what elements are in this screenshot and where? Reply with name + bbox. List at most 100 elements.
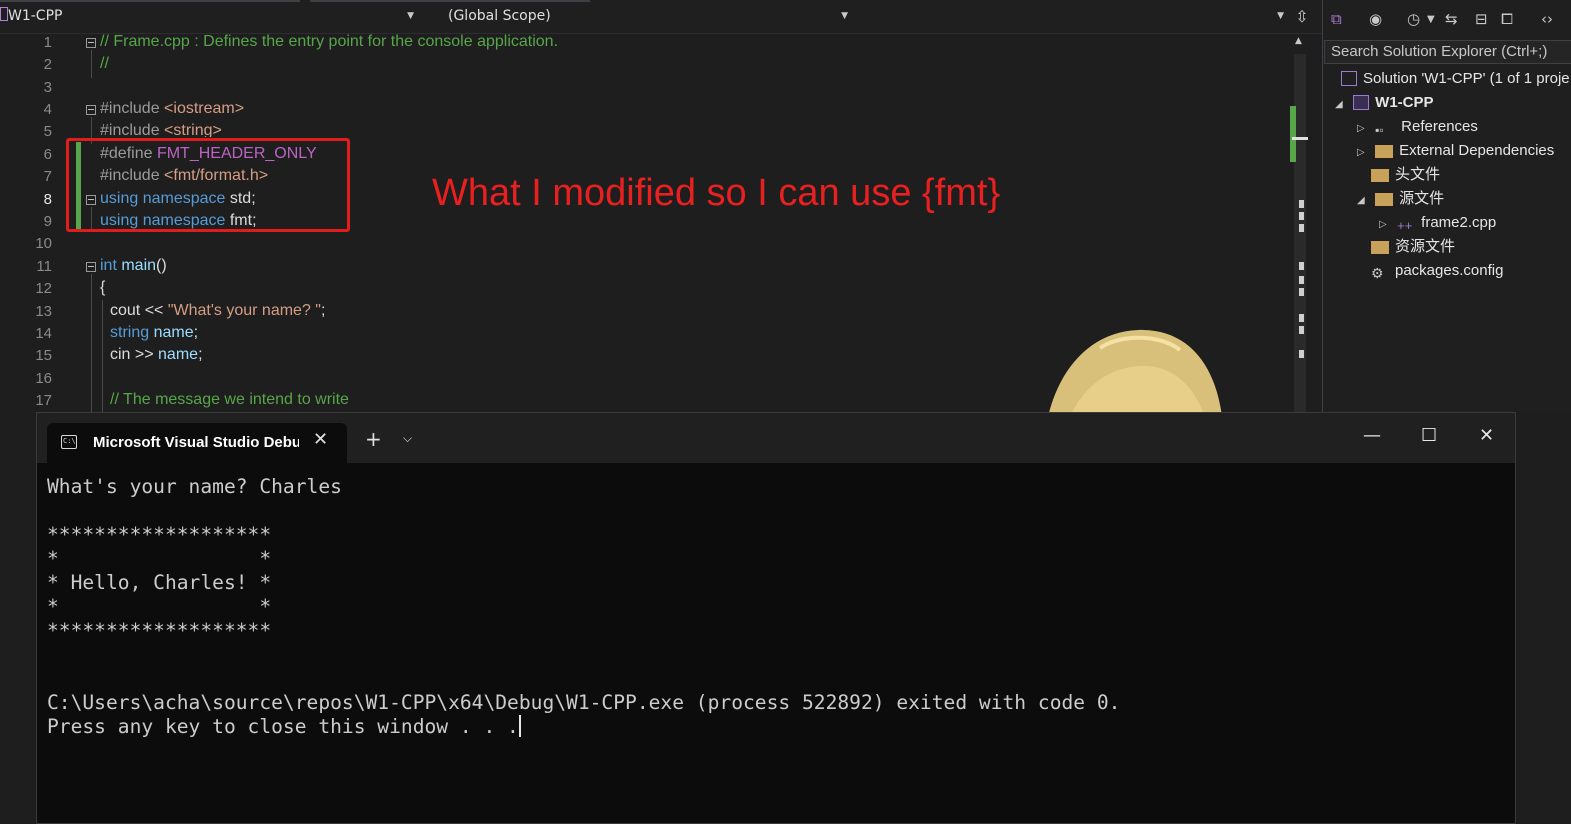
punctuation: ; (193, 324, 199, 341)
maximize-button[interactable]: ☐ (1421, 425, 1437, 446)
tree-item-label: 源文件 (1399, 190, 1445, 207)
collapse-all-icon[interactable]: ⊟ (1475, 10, 1488, 28)
member-dropdown[interactable]: ▼ (858, 5, 1288, 28)
tree-item-resource-files[interactable]: 资源文件 (1371, 236, 1455, 258)
tree-item-packages-config[interactable]: ⚙ packages.config (1371, 260, 1503, 282)
text-cursor (518, 715, 521, 737)
line-number: 9 (43, 213, 52, 230)
scroll-marker (1299, 326, 1304, 334)
identifier: main (121, 257, 157, 274)
history-icon[interactable]: ◷ (1407, 10, 1420, 28)
vs-switch-views-icon[interactable]: ⧉ (1331, 10, 1342, 28)
console-output-text: What's your name? Charles **************… (47, 475, 1121, 738)
tree-item-solution[interactable]: Solution 'W1-CPP' (1 of 1 proje (1341, 68, 1570, 90)
split-editor-button[interactable]: ⇳ (1292, 6, 1312, 28)
tree-item-references[interactable]: ▷ ▪▫ References (1357, 116, 1478, 138)
scroll-up-icon[interactable]: ▲ (1295, 36, 1302, 46)
collapsed-arrow-icon[interactable]: ▷ (1357, 118, 1371, 140)
statement: cout << (110, 302, 168, 319)
scope-dropdown[interactable]: (Global Scope) ▼ (424, 5, 852, 28)
globe-icon[interactable]: ◉ (1369, 10, 1382, 28)
project-icon (0, 7, 8, 21)
scroll-marker (1299, 200, 1304, 208)
chevron-down-icon: ▼ (1277, 11, 1284, 21)
tree-item-label: External Dependencies (1399, 142, 1555, 159)
tree-item-project[interactable]: ◢ W1-CPP (1335, 92, 1434, 114)
code-line-13: cout << "What's your name? "; (110, 302, 325, 320)
line-number: 1 (43, 34, 52, 51)
line-number: 13 (35, 303, 52, 320)
line-number: 11 (36, 258, 52, 275)
tree-item-frame2-cpp[interactable]: ▷ ++ frame2.cpp (1379, 212, 1496, 234)
editor-gutter-remnant (0, 412, 36, 824)
solution-explorer-toolbar: ⧉ ◉ ◷ ▼ ⇆ ⊟ ⧠ ‹› (1323, 0, 1571, 38)
tree-item-label: W1-CPP (1375, 94, 1434, 111)
code-line-15: cin >> name; (110, 346, 203, 364)
console-title-bar[interactable]: C:\ Microsoft Visual Studio Debug Consol… (37, 413, 1515, 463)
chevron-down-icon: ▼ (407, 11, 414, 21)
expanded-arrow-icon[interactable]: ◢ (1357, 190, 1371, 212)
scope-dropdown-label: (Global Scope) (448, 8, 551, 24)
tree-item-label: 资源文件 (1395, 238, 1456, 255)
line-number: 17 (35, 392, 52, 409)
preprocessor-directive: #include (100, 122, 165, 137)
collapse-icon[interactable] (86, 262, 96, 272)
line-number: 2 (43, 56, 52, 73)
collapse-icon[interactable] (86, 38, 96, 48)
editor-scrollbar[interactable]: ▲ (1290, 34, 1310, 412)
chevron-down-icon[interactable]: ⌵ (403, 431, 412, 446)
scroll-marker (1299, 314, 1304, 322)
code-editor[interactable]: 1 2 3 4 5 6 7 8 9 10 11 12 13 14 15 16 1… (0, 34, 1290, 412)
console-tab[interactable]: C:\ Microsoft Visual Studio Debug Consol… (47, 423, 347, 463)
code-line-11: int main() (100, 257, 167, 275)
tree-item-source-files[interactable]: ◢ 源文件 (1357, 188, 1444, 210)
code-line-1: // Frame.cpp : Defines the entry point f… (100, 34, 559, 50)
line-number: 16 (35, 370, 52, 387)
line-number: 6 (43, 146, 52, 163)
close-window-button[interactable]: ✕ (1479, 425, 1494, 446)
tree-item-label: Solution 'W1-CPP' (1 of 1 proje (1363, 70, 1570, 87)
show-all-files-icon[interactable]: ⧠ (1501, 10, 1513, 28)
code-line-14: string name; (110, 324, 198, 342)
collapsed-arrow-icon[interactable]: ▷ (1357, 142, 1371, 164)
folder-icon (1375, 193, 1394, 206)
code-line-4: #include <iostream> (100, 100, 244, 118)
chevron-down-icon[interactable]: ▼ (1427, 14, 1435, 25)
close-tab-icon[interactable]: ✕ (313, 429, 328, 450)
scroll-marker (1299, 276, 1304, 284)
debug-console-window[interactable]: C:\ Microsoft Visual Studio Debug Consol… (36, 412, 1516, 824)
tab-indicator (310, 0, 590, 2)
tree-item-header-files[interactable]: 头文件 (1371, 164, 1440, 186)
folder-icon (1371, 241, 1389, 254)
split-icon: ⇳ (1295, 7, 1309, 26)
collapse-icon[interactable] (86, 105, 96, 115)
new-tab-button[interactable]: + (365, 427, 382, 451)
scroll-marker (1299, 288, 1304, 296)
collapsed-arrow-icon[interactable]: ▷ (1379, 214, 1393, 236)
sync-icon[interactable]: ⇆ (1445, 10, 1458, 28)
code-view-icon[interactable]: ‹› (1541, 10, 1553, 28)
folder-icon (1371, 169, 1389, 182)
code-line-2: // (100, 55, 109, 72)
chevron-down-icon: ▼ (841, 11, 848, 21)
statement: cin >> (110, 346, 159, 363)
tree-item-label: References (1401, 118, 1478, 135)
line-number: 14 (35, 325, 52, 342)
caret-marker (1292, 137, 1308, 140)
editor-navigation-bar: W1-CPP ▼ (Global Scope) ▼ ▼ ⇳ (0, 0, 1322, 34)
project-dropdown[interactable]: W1-CPP ▼ (0, 5, 418, 28)
preprocessor-directive: #include (100, 100, 165, 117)
punctuation: ; (198, 346, 203, 363)
project-dropdown-label: W1-CPP (8, 8, 63, 24)
line-number: 3 (43, 79, 52, 96)
identifier: name (153, 324, 194, 341)
solution-explorer-search-input[interactable]: Search Solution Explorer (Ctrl+;) (1324, 40, 1571, 64)
cpp-file-icon: ++ (1397, 218, 1413, 233)
minimize-button[interactable]: — (1363, 425, 1381, 446)
folder-icon (1375, 145, 1394, 158)
tree-item-external-dependencies[interactable]: ▷ External Dependencies (1357, 140, 1554, 162)
console-tab-title: Microsoft Visual Studio Debug Console (93, 434, 299, 451)
scroll-marker (1299, 350, 1304, 358)
expanded-arrow-icon[interactable]: ◢ (1335, 94, 1349, 116)
keyword: int (100, 257, 122, 274)
